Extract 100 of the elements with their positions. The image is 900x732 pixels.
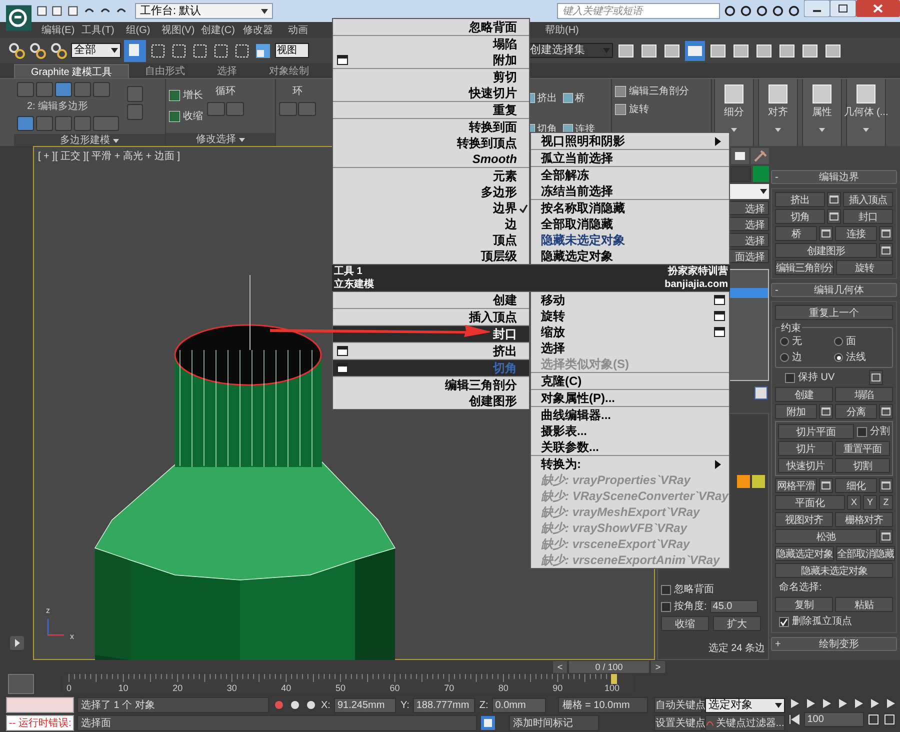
modifier-stack-list[interactable] (729, 269, 769, 381)
workspace-dropdown[interactable]: 工作台: 默认 (134, 3, 273, 19)
settings-box-icon[interactable] (879, 226, 893, 241)
scene-explorer-icon[interactable] (685, 40, 705, 60)
coordinate-field[interactable]: 0.0mm (492, 698, 546, 712)
key-filters-button[interactable]: 关键点过滤器... (705, 715, 786, 731)
selection-button[interactable]: 选择 (729, 217, 769, 231)
panel-button[interactable]: 扩大 (713, 616, 761, 631)
rollout-header[interactable]: - 编辑边界 (771, 170, 897, 184)
axis-button[interactable]: Y (863, 495, 877, 510)
shrink-button[interactable]: 收缩 (169, 109, 203, 124)
panel-button[interactable]: 附加 (775, 404, 817, 419)
next-frame-button[interactable]: > (651, 660, 665, 672)
settings-box-icon[interactable] (879, 243, 893, 258)
ribbon-tab[interactable]: 对象绘制 (253, 64, 326, 78)
checkbox[interactable] (779, 616, 789, 626)
swatch[interactable] (737, 475, 750, 488)
radio-button[interactable] (834, 337, 843, 346)
auto-key-button[interactable]: 自动关键点 (654, 697, 702, 713)
ribbon-tab[interactable]: Graphite 建模工具 (14, 64, 130, 78)
key-mode-toggle-icon[interactable] (788, 713, 802, 726)
settings-box-icon[interactable] (819, 478, 833, 493)
panel-button[interactable]: 栅格对齐 (835, 512, 893, 527)
radio-option[interactable]: 法线 (834, 350, 888, 365)
panel-button[interactable]: 切片平面 (778, 424, 854, 439)
ribbon-tab[interactable]: 自由形式 (129, 64, 202, 78)
menu-item[interactable]: 创建(C) (198, 22, 238, 38)
radio-option[interactable]: 无 (780, 334, 834, 349)
turn-button[interactable]: 旋转 (615, 102, 689, 117)
menu-item[interactable]: 工具(T) (78, 22, 118, 38)
ribbon-large-button[interactable]: 细分 (714, 79, 754, 146)
radio-button[interactable] (780, 337, 789, 346)
unlink-icon[interactable] (29, 42, 47, 60)
by-angle-checkbox[interactable]: 按角度: (661, 599, 707, 614)
curve-editor-toggle[interactable] (8, 674, 34, 694)
panel-button[interactable]: 连接 (835, 226, 877, 241)
settings-box-icon[interactable] (879, 404, 893, 419)
expand-track-bar-icon[interactable] (10, 636, 24, 650)
settings-box-icon[interactable] (879, 529, 893, 544)
panel-button[interactable]: 创建 (775, 387, 833, 402)
panel-button[interactable]: 插入顶点 (843, 192, 893, 207)
panel-button[interactable]: 旋转 (836, 260, 893, 275)
restore-icon[interactable] (830, 0, 856, 17)
show-end-result-button[interactable] (17, 116, 34, 131)
panel-button[interactable]: 重复上一个 (775, 305, 893, 320)
settings-box-icon[interactable] (819, 404, 833, 419)
checkbox[interactable] (785, 372, 795, 382)
settings-box-icon[interactable] (879, 478, 893, 493)
coordinate-field[interactable]: 91.245mm (334, 698, 396, 712)
menu-item[interactable]: 动画 (278, 22, 318, 38)
panel-button[interactable]: 快速切片 (778, 458, 833, 473)
reference-coordinate-field[interactable]: 视图 (275, 43, 309, 58)
menu-item[interactable]: 编辑(E) (38, 22, 78, 38)
panel-button[interactable]: 收缩 (661, 616, 709, 631)
ring-button[interactable]: 环 (279, 84, 316, 99)
panel-button[interactable]: 平面化 (775, 495, 845, 510)
ribbon-large-button[interactable]: 几何体 (... (846, 79, 886, 146)
next-frame-icon[interactable] (836, 697, 850, 710)
panel-button[interactable]: 切割 (835, 458, 890, 473)
ignore-backfacing-checkbox[interactable]: 忽略背面 (661, 582, 714, 597)
add-time-tag-button[interactable]: 添加时间标记 (509, 715, 599, 731)
panel-button[interactable]: 视图对齐 (775, 512, 833, 527)
settings-box-icon[interactable] (827, 209, 841, 224)
scale-icon[interactable] (254, 42, 272, 60)
panel-button[interactable]: 松弛 (775, 529, 877, 544)
grow-button[interactable]: 增长 (169, 88, 203, 103)
radio-button[interactable] (834, 353, 843, 362)
menu-item[interactable]: 视图(V) (158, 22, 198, 38)
ribbon-tab[interactable]: 选择 (201, 64, 254, 78)
selection-filter-dropdown[interactable]: 全部 (71, 43, 121, 58)
axis-button[interactable]: Z (879, 495, 893, 510)
radio-option[interactable]: 边 (780, 350, 834, 365)
panel-button[interactable]: 全部取消隐藏 (836, 546, 895, 561)
menu-item[interactable]: 修改器 (238, 22, 278, 38)
panel-button[interactable]: 细化 (835, 478, 877, 493)
named-selection-dropdown[interactable]: 创建选择集 (527, 43, 613, 58)
panel-button[interactable]: 封口 (843, 209, 893, 224)
panel-button[interactable]: 切片 (778, 441, 833, 456)
panel-button[interactable]: 复制 (775, 597, 833, 612)
close-icon[interactable] (856, 0, 900, 17)
bind-icon[interactable] (50, 42, 68, 60)
panel-button[interactable]: 挤出 (775, 192, 825, 207)
panel-button[interactable]: 塌陷 (835, 387, 893, 402)
ribbon-large-button[interactable]: 属性 (802, 79, 842, 146)
frame-field[interactable]: 100 (804, 712, 864, 727)
angle-field[interactable]: 45.0 (710, 600, 758, 613)
hammer-icon[interactable] (751, 148, 769, 164)
prev-frame-button[interactable]: < (553, 660, 567, 672)
radio-option[interactable]: 面 (834, 334, 888, 349)
swatch[interactable] (752, 475, 765, 488)
set-key-button[interactable]: 设置关键点 (654, 715, 702, 731)
panel-button[interactable]: 隐藏未选定对象 (775, 563, 893, 578)
border-mode-button[interactable] (55, 82, 72, 97)
selection-button[interactable]: 面选择 (729, 249, 769, 263)
checkbox[interactable] (661, 602, 671, 612)
key-mode-dropdown[interactable]: 选定对象 (705, 698, 786, 712)
rollout-header[interactable]: - 编辑几何体 (771, 283, 897, 297)
checkbox[interactable] (661, 584, 671, 594)
panel-button[interactable]: 分离 (835, 404, 877, 419)
panel-button[interactable]: 桥 (775, 226, 817, 241)
